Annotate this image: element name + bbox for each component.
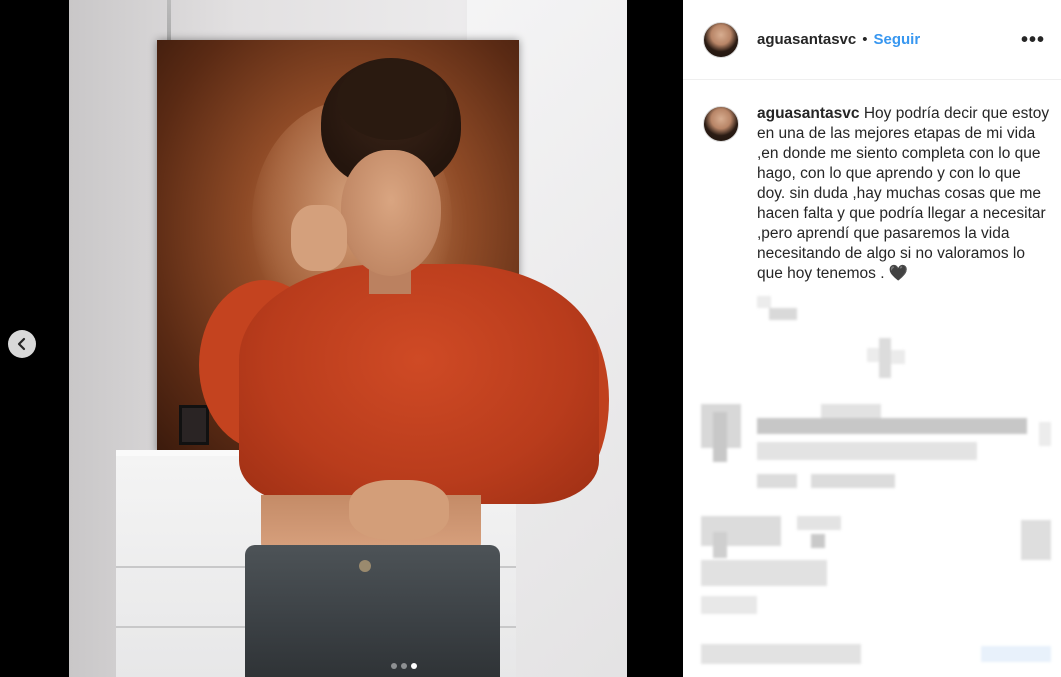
more-options-icon[interactable]: ••• — [1021, 30, 1045, 50]
person-hand — [291, 205, 347, 271]
photo-person — [69, 0, 627, 677]
caption-text: aguasantasvc Hoy podría decir que estoy … — [757, 104, 1053, 284]
person-jeans — [245, 545, 500, 677]
avatar[interactable] — [703, 21, 739, 58]
chevron-left-icon — [17, 337, 26, 351]
person-hair-bun — [337, 60, 447, 140]
caption-username[interactable]: aguasantasvc — [757, 105, 860, 122]
header-separator: • — [862, 31, 868, 48]
post-side-panel: aguasantasvc • Seguir ••• aguasantasvc H… — [683, 0, 1061, 677]
post-photo[interactable] — [69, 0, 627, 677]
person-sweater — [239, 264, 599, 504]
caption-body: Hoy podría decir que estoy en una de las… — [757, 105, 1050, 282]
redacted-timestamp — [757, 296, 797, 326]
person-hand-hip — [349, 480, 449, 540]
jeans-button — [359, 560, 371, 572]
carousel-dot — [391, 663, 397, 669]
redacted-comment — [701, 404, 1051, 494]
carousel-dot — [401, 663, 407, 669]
media-pane — [0, 0, 683, 677]
author-username[interactable]: aguasantasvc — [757, 31, 856, 48]
carousel-dot-active — [411, 663, 417, 669]
redacted-comment — [701, 516, 1053, 620]
redacted-comment — [701, 640, 1053, 677]
follow-button[interactable]: Seguir — [874, 31, 921, 48]
person-face — [341, 150, 441, 276]
caption-avatar[interactable] — [703, 106, 739, 142]
post-header: aguasantasvc • Seguir ••• — [683, 0, 1061, 80]
post-caption: aguasantasvc Hoy podría decir que estoy … — [703, 104, 1053, 284]
carousel-indicator — [391, 663, 417, 669]
black-heart-icon: 🖤 — [888, 265, 909, 282]
carousel-prev-button[interactable] — [8, 330, 36, 358]
redacted-loader — [867, 338, 907, 378]
